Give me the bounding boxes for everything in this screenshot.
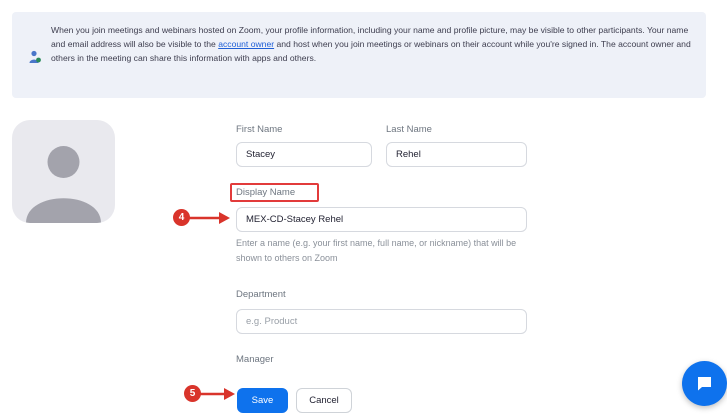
privacy-notice-banner: When you join meetings and webinars host… <box>12 12 706 98</box>
manager-label: Manager <box>236 354 274 365</box>
account-owner-link[interactable]: account owner <box>218 39 274 49</box>
display-name-input[interactable]: MEX-CD-Stacey Rehel <box>236 207 527 232</box>
profile-picture[interactable] <box>12 120 115 223</box>
last-name-input[interactable]: Rehel <box>386 142 527 167</box>
step-4-arrow-icon <box>189 212 230 224</box>
save-button[interactable]: Save <box>237 388 288 413</box>
first-name-label: First Name <box>236 124 283 135</box>
cancel-button[interactable]: Cancel <box>296 388 352 413</box>
display-name-label: Display Name <box>236 187 296 198</box>
privacy-notice-text: When you join meetings and webinars host… <box>51 25 691 63</box>
department-input[interactable]: e.g. Product <box>236 309 527 334</box>
default-avatar-icon <box>26 146 101 223</box>
info-person-icon <box>29 50 41 63</box>
display-name-helper-text: Enter a name (e.g. your first name, full… <box>236 238 517 263</box>
chat-button[interactable] <box>682 361 727 406</box>
step-5-arrow-icon <box>200 388 235 400</box>
step-5-badge: 5 <box>184 385 201 402</box>
department-label: Department <box>236 289 286 300</box>
first-name-input[interactable]: Stacey <box>236 142 372 167</box>
chat-bubble-icon <box>698 377 711 391</box>
step-4-badge: 4 <box>173 209 190 226</box>
last-name-label: Last Name <box>386 124 432 135</box>
